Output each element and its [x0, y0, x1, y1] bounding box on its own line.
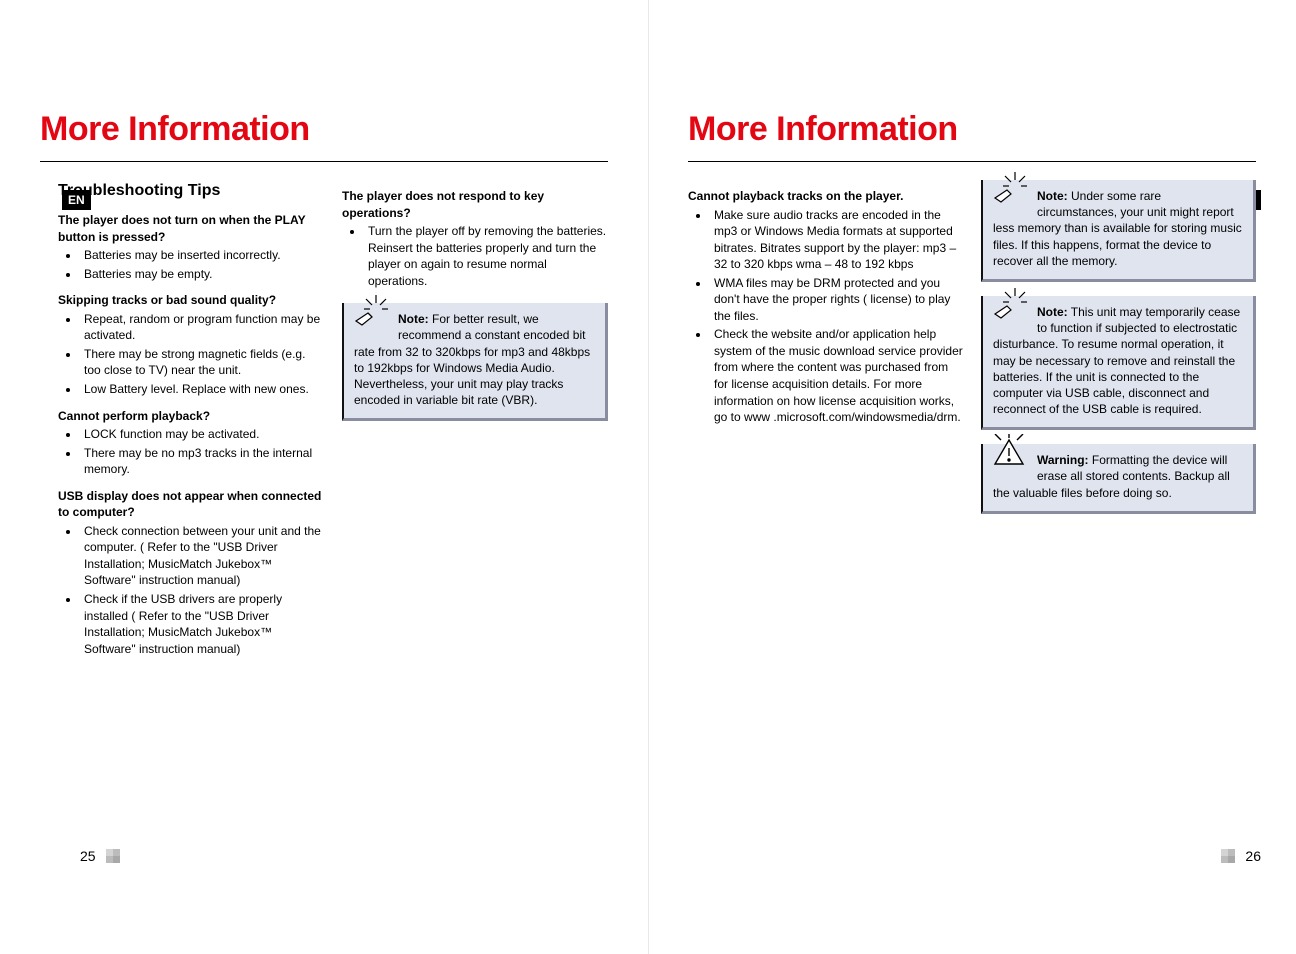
list-item: Check connection between your unit and t… [80, 523, 324, 589]
page-right: More Information EN Cannot playback trac… [648, 0, 1296, 954]
list-item: Repeat, random or program function may b… [80, 311, 324, 344]
warning-format: Warning: Formatting the device will eras… [981, 444, 1256, 514]
note-body: Under some rare circumstances, your unit… [993, 189, 1242, 268]
list-keys: Turn the player off by removing the batt… [342, 223, 608, 289]
lang-tag-left: EN [62, 190, 91, 210]
hand-note-icon [350, 293, 390, 329]
list-item: Low Battery level. Replace with new ones… [80, 381, 324, 398]
list-cannot-playback: Make sure audio tracks are encoded in th… [688, 207, 963, 426]
note-memory: Note: Under some rare circumstances, you… [981, 180, 1256, 282]
warning-icon [989, 434, 1029, 470]
list-item: There may be no mp3 tracks in the intern… [80, 445, 324, 478]
list-item: Check the website and/or application hel… [710, 326, 963, 425]
right-col-1: Cannot playback tracks on the player. Ma… [688, 180, 963, 528]
page-number-left: 25 [80, 848, 120, 864]
page-num: 25 [80, 848, 96, 864]
footer-ornament-icon [106, 849, 120, 863]
list-skipping: Repeat, random or program function may b… [58, 311, 324, 398]
note-label: Note: [1037, 189, 1068, 203]
left-columns: Troubleshooting Tips The player does not… [40, 180, 608, 667]
left-col-2: The player does not respond to key opera… [342, 180, 608, 667]
list-item: There may be strong magnetic fields (e.g… [80, 346, 324, 379]
list-item: Batteries may be inserted incorrectly. [80, 247, 324, 264]
note-body-2: Nevertheless, your unit may play tracks … [354, 377, 563, 407]
warning-label: Warning: [1037, 453, 1089, 467]
list-playback: LOCK function may be activated. There ma… [58, 426, 324, 478]
troubleshooting-heading: Troubleshooting Tips [58, 180, 324, 202]
list-item: WMA files may be DRM protected and you d… [710, 275, 963, 325]
list-item: Turn the player off by removing the batt… [364, 223, 608, 289]
list-usb: Check connection between your unit and t… [58, 523, 324, 657]
right-title: More Information [688, 110, 1256, 149]
q-keys: The player does not respond to key opera… [342, 188, 608, 221]
right-title-rule [688, 161, 1256, 162]
q-cannot-playback: Cannot playback tracks on the player. [688, 188, 963, 205]
q-power: The player does not turn on when the PLA… [58, 212, 324, 245]
left-col-1: Troubleshooting Tips The player does not… [40, 180, 324, 667]
left-title-rule [40, 161, 608, 162]
right-col-2: Note: Under some rare circumstances, you… [981, 180, 1256, 528]
list-item: Batteries may be empty. [80, 266, 324, 283]
page-spread: More Information EN Troubleshooting Tips… [0, 0, 1296, 954]
q-playback: Cannot perform playback? [58, 408, 324, 425]
q-skipping: Skipping tracks or bad sound quality? [58, 292, 324, 309]
page-num: 26 [1245, 848, 1261, 864]
list-item: Make sure audio tracks are encoded in th… [710, 207, 963, 273]
list-item: LOCK function may be activated. [80, 426, 324, 443]
note-esd: Note: This unit may temporarily cease to… [981, 296, 1256, 430]
footer-ornament-icon [1221, 849, 1235, 863]
page-number-right: 26 [1221, 848, 1261, 864]
hand-note-icon [989, 170, 1029, 206]
note-body: This unit may temporarily cease to funct… [993, 305, 1240, 416]
list-item: Check if the USB drivers are properly in… [80, 591, 324, 657]
q-usb: USB display does not appear when connect… [58, 488, 324, 521]
right-columns: Cannot playback tracks on the player. Ma… [688, 180, 1256, 528]
hand-note-icon [989, 286, 1029, 322]
left-title: More Information [40, 110, 608, 149]
note-label: Note: [1037, 305, 1068, 319]
note-bitrate: Note: For better result, we recommend a … [342, 303, 608, 421]
list-power: Batteries may be inserted incorrectly. B… [58, 247, 324, 282]
page-left: More Information EN Troubleshooting Tips… [0, 0, 648, 954]
note-label: Note: [398, 312, 429, 326]
